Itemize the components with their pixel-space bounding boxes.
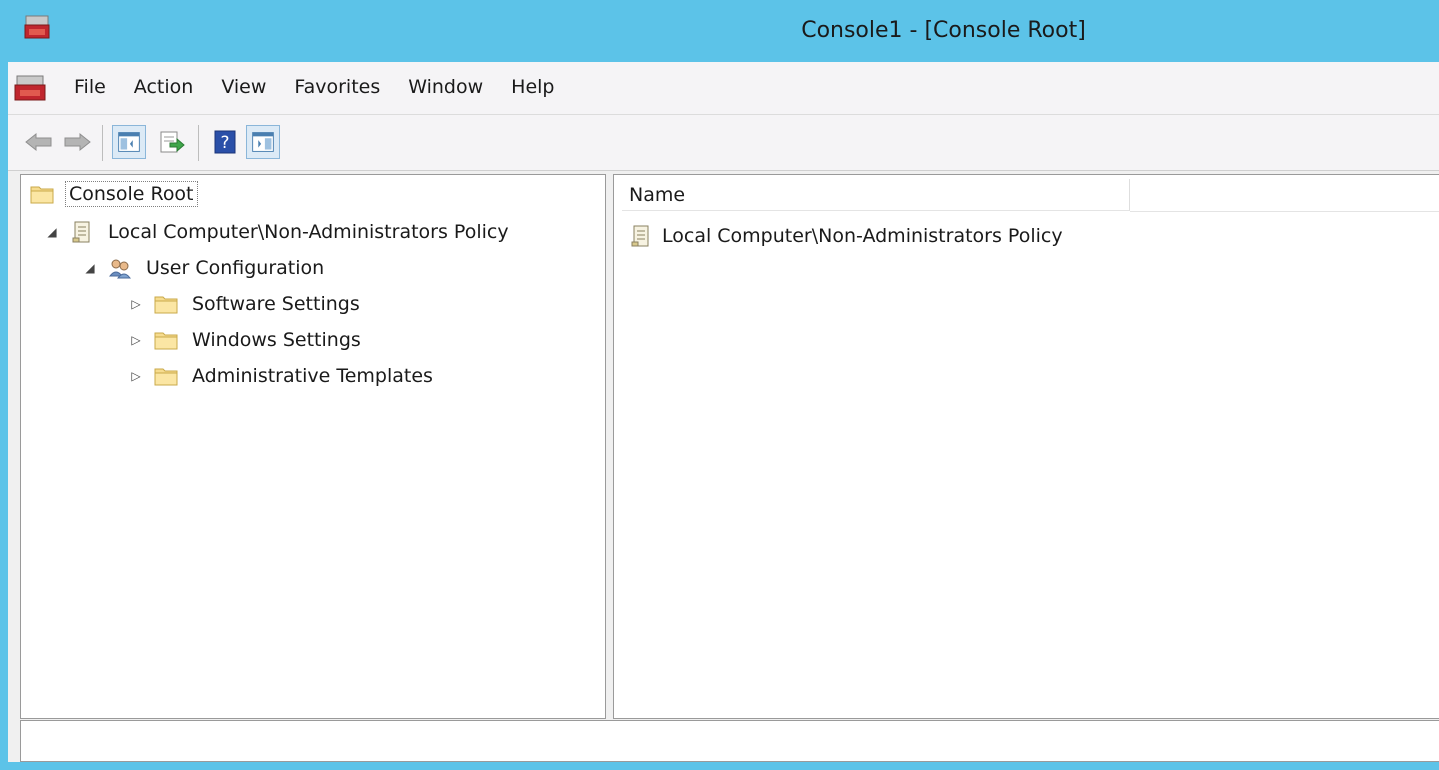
window-title: Console1 - [Console Root] (801, 18, 1086, 43)
show-hide-action-pane-icon[interactable] (246, 125, 280, 159)
console-tree-pane[interactable]: Console Root ◢ Local Computer\Non-Admini… (20, 174, 606, 719)
title-bar[interactable]: Console1 - [Console Root] (8, 0, 1439, 62)
svg-text:?: ? (220, 133, 229, 153)
toolbar-separator (198, 125, 199, 161)
folder-icon (30, 186, 54, 204)
back-arrow-icon[interactable] (22, 125, 56, 159)
folder-icon (154, 368, 178, 386)
tree-node-label: Console Root (65, 181, 198, 207)
tree-node-windows-settings[interactable]: ▷ Windows Settings (129, 325, 364, 355)
menu-view[interactable]: View (221, 76, 266, 98)
menu-bar: File Action View Favorites Window Help (8, 62, 1439, 115)
toolbar-separator (102, 125, 103, 161)
show-hide-console-tree-icon[interactable] (112, 125, 146, 159)
tree-node-label: Administrative Templates (192, 365, 433, 387)
expand-arrow-icon[interactable]: ▷ (129, 333, 143, 347)
forward-arrow-icon[interactable] (60, 125, 94, 159)
policy-scroll-icon (72, 221, 90, 243)
tree-node-console-root[interactable]: Console Root (29, 179, 198, 209)
tree-node-policy[interactable]: ◢ Local Computer\Non-Administrators Poli… (45, 217, 512, 247)
collapse-arrow-icon[interactable]: ◢ (83, 261, 97, 275)
tree-node-label: Software Settings (192, 293, 360, 315)
policy-scroll-icon (631, 225, 649, 247)
menu-favorites[interactable]: Favorites (294, 76, 380, 98)
column-header-filler (1130, 179, 1439, 212)
mmc-console-icon[interactable] (14, 74, 46, 102)
tree-node-label: User Configuration (146, 257, 325, 279)
tree-node-label: Windows Settings (192, 329, 361, 351)
tree-node-software-settings[interactable]: ▷ Software Settings (129, 289, 363, 319)
mmc-window: Console1 - [Console Root] File Action Vi… (0, 0, 1439, 770)
expand-arrow-icon[interactable]: ▷ (129, 297, 143, 311)
menu-action[interactable]: Action (134, 76, 194, 98)
help-icon[interactable]: ? (208, 125, 242, 159)
status-bar (20, 720, 1439, 762)
column-header-name[interactable]: Name (622, 179, 1130, 211)
list-item-label: Local Computer\Non-Administrators Policy (662, 225, 1063, 247)
results-pane[interactable]: Name Local Computer\Non-Administrators P… (613, 174, 1439, 719)
list-item[interactable]: Local Computer\Non-Administrators Policy (628, 221, 1063, 251)
collapse-arrow-icon[interactable]: ◢ (45, 225, 59, 239)
export-list-icon[interactable] (154, 125, 188, 159)
menu-help[interactable]: Help (511, 76, 554, 98)
toolbar: ? (8, 115, 1439, 171)
menu-window[interactable]: Window (408, 76, 483, 98)
folder-icon (154, 296, 178, 314)
users-icon (108, 259, 132, 279)
menu-file[interactable]: File (74, 76, 106, 98)
folder-icon (154, 332, 178, 350)
tree-node-user-configuration[interactable]: ◢ User Configuration (83, 253, 327, 283)
tree-node-administrative-templates[interactable]: ▷ Administrative Templates (129, 361, 436, 391)
expand-arrow-icon[interactable]: ▷ (129, 369, 143, 383)
tree-node-label: Local Computer\Non-Administrators Policy (108, 221, 509, 243)
